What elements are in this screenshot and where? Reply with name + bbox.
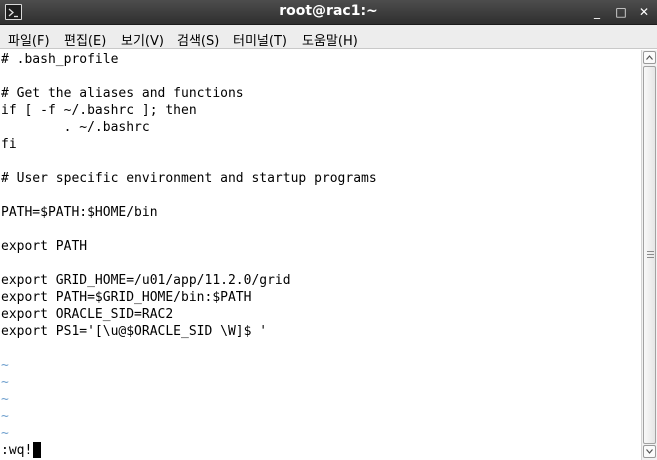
scroll-up-button[interactable] bbox=[643, 51, 656, 64]
window-title: root@rac1:~ bbox=[279, 3, 378, 19]
grip-line bbox=[647, 257, 654, 258]
terminal-line: PATH=$PATH:$HOME/bin bbox=[1, 205, 158, 220]
scroll-down-button[interactable] bbox=[643, 445, 656, 458]
minimize-button[interactable]: _ bbox=[588, 3, 606, 21]
terminal-line: # User specific environment and startup … bbox=[1, 171, 377, 186]
vertical-scrollbar[interactable] bbox=[641, 50, 657, 460]
menu-view[interactable]: 보기(V) bbox=[121, 30, 164, 49]
title-bar[interactable]: root@rac1:~ _ □ ✕ bbox=[0, 0, 657, 25]
terminal-line: export PATH bbox=[1, 239, 88, 254]
terminal-content[interactable]: # .bash_profile # Get the aliases and fu… bbox=[0, 50, 641, 460]
menu-terminal[interactable]: 터미널(T) bbox=[233, 30, 287, 49]
empty-line-marker: ~ bbox=[1, 392, 9, 407]
empty-line-marker: ~ bbox=[1, 426, 9, 441]
terminal-line: export GRID_HOME=/u01/app/11.2.0/grid bbox=[1, 273, 291, 288]
empty-line-marker: ~ bbox=[1, 409, 9, 424]
terminal-line: export PS1='[\u@$ORACLE_SID \W]$ ' bbox=[1, 324, 268, 339]
grip-line bbox=[647, 251, 654, 252]
grip-line bbox=[647, 254, 654, 255]
terminal-line: fi bbox=[1, 137, 17, 152]
terminal-line: export ORACLE_SID=RAC2 bbox=[1, 307, 174, 322]
vim-command-line[interactable]: :wq! bbox=[1, 442, 32, 459]
empty-line-marker: ~ bbox=[1, 358, 9, 373]
menu-help[interactable]: 도움말(H) bbox=[302, 30, 358, 49]
text-cursor bbox=[33, 442, 41, 458]
scrollbar-thumb[interactable] bbox=[643, 66, 656, 444]
maximize-button[interactable]: □ bbox=[612, 3, 630, 21]
terminal-line: export PATH=$GRID_HOME/bin:$PATH bbox=[1, 290, 252, 305]
terminal-line: # Get the aliases and functions bbox=[1, 86, 244, 101]
menu-edit[interactable]: 편집(E) bbox=[64, 30, 106, 49]
terminal-line: # .bash_profile bbox=[1, 52, 119, 67]
empty-line-marker: ~ bbox=[1, 375, 9, 390]
terminal-line: if [ -f ~/.bashrc ]; then bbox=[1, 103, 197, 118]
terminal-line: . ~/.bashrc bbox=[1, 120, 150, 135]
menu-search[interactable]: 검색(S) bbox=[177, 30, 219, 49]
close-button[interactable]: ✕ bbox=[635, 3, 653, 21]
menu-bar: 파일(F) 편집(E) 보기(V) 검색(S) 터미널(T) 도움말(H) bbox=[0, 25, 657, 49]
menu-file[interactable]: 파일(F) bbox=[8, 30, 50, 49]
